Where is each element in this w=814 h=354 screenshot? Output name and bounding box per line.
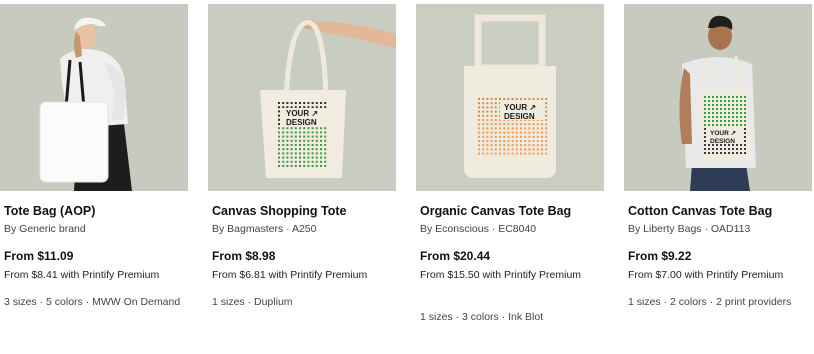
- product-title[interactable]: Organic Canvas Tote Bag: [420, 204, 571, 218]
- premium-price: From $7.00 with Printify Premium: [628, 269, 784, 281]
- design-label-line2: DESIGN: [504, 112, 535, 121]
- design-label-line1: YOUR ↗: [710, 130, 737, 137]
- product-card-tote-bag-aop[interactable]: Tote Bag (AOP) By Generic brand From $11…: [0, 4, 188, 308]
- product-brand: By Bagmasters · A250: [212, 223, 317, 235]
- product-card-organic-canvas-tote-bag[interactable]: YOUR ↗ DESIGN Organic Canvas Tote Bag By…: [416, 4, 604, 323]
- product-image-tote-bag-aop[interactable]: [0, 4, 188, 191]
- product-price: From $20.44: [420, 249, 491, 263]
- design-label-line1: YOUR ↗: [286, 109, 318, 118]
- product-meta: 1 sizes · 3 colors · Ink Blot: [420, 311, 544, 323]
- design-label-line1: YOUR ↗: [504, 103, 536, 112]
- product-meta: 1 sizes · Duplium: [212, 296, 293, 308]
- premium-price: From $15.50 with Printify Premium: [420, 269, 582, 281]
- product-title[interactable]: Canvas Shopping Tote: [212, 204, 347, 218]
- product-meta: 3 sizes · 5 colors · MWW On Demand: [4, 296, 181, 308]
- product-image-organic-canvas-tote-bag[interactable]: YOUR ↗ DESIGN: [416, 4, 604, 191]
- design-label-line2: DESIGN: [710, 138, 735, 145]
- product-image-cotton-canvas-tote-bag[interactable]: YOUR ↗ DESIGN: [624, 4, 812, 191]
- product-card-cotton-canvas-tote-bag[interactable]: YOUR ↗ DESIGN Cotton Canvas Tote Bag By …: [624, 4, 812, 308]
- product-card-canvas-shopping-tote[interactable]: YOUR ↗ DESIGN Canvas Shopping Tote By Ba…: [208, 4, 396, 308]
- product-meta: 1 sizes · 2 colors · 2 print providers: [628, 296, 792, 308]
- product-brand: By Liberty Bags · OAD113: [628, 223, 751, 235]
- product-brand: By Econscious · EC8040: [420, 223, 537, 235]
- product-brand: By Generic brand: [4, 223, 86, 235]
- product-image-canvas-shopping-tote[interactable]: YOUR ↗ DESIGN: [208, 4, 396, 191]
- product-title[interactable]: Cotton Canvas Tote Bag: [628, 204, 772, 218]
- design-label-line2: DESIGN: [286, 118, 317, 127]
- product-price: From $8.98: [212, 249, 276, 263]
- product-price: From $9.22: [628, 249, 692, 263]
- product-title[interactable]: Tote Bag (AOP): [4, 204, 95, 218]
- premium-price: From $8.41 with Printify Premium: [4, 269, 160, 281]
- premium-price: From $6.81 with Printify Premium: [212, 269, 368, 281]
- product-price: From $11.09: [4, 249, 74, 263]
